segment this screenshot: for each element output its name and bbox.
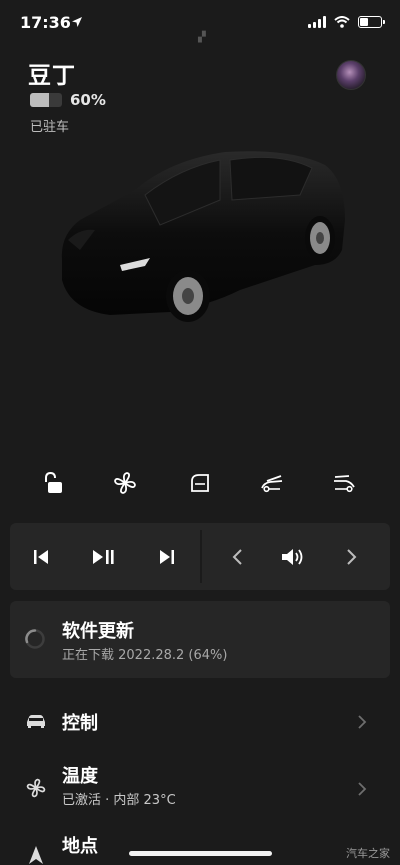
unlock-button[interactable] [36, 468, 70, 498]
frunk-open-icon [261, 475, 283, 493]
car-image [61, 151, 346, 322]
software-update-status: 正在下载 2022.28.2 (64%) [62, 648, 228, 663]
chevron-right-icon[interactable] [356, 781, 368, 797]
avatar[interactable] [336, 60, 366, 90]
camera-dot-icon: ▞ [198, 32, 206, 43]
previous-track-icon [34, 550, 48, 564]
chevron-right-icon[interactable] [356, 714, 368, 730]
controls-row-icon-wrap [24, 709, 48, 733]
car-battery-percent: 60% [70, 91, 106, 109]
fan-icon [26, 778, 46, 798]
software-update-title: 软件更新 [62, 621, 134, 642]
climate-row-status: 已激活 · 内部 23°C [62, 793, 176, 808]
fan-button[interactable] [108, 468, 142, 498]
phone-battery-icon [358, 16, 385, 28]
watermark: 汽车之家 [346, 847, 390, 860]
chevron-right-icon [347, 549, 357, 565]
car-name: 豆丁 [28, 63, 76, 89]
location-row-title[interactable]: 地点 [62, 832, 98, 858]
speaker-icon [282, 549, 303, 565]
controls-row-title[interactable]: 控制 [62, 709, 98, 735]
location-row-icon-wrap [24, 843, 48, 865]
play-pause-icon [93, 550, 114, 564]
status-indicators [308, 16, 385, 28]
fan-icon [114, 472, 136, 494]
play-pause-button[interactable] [91, 545, 117, 569]
location-arrow-icon [72, 17, 82, 27]
next-track-icon [160, 550, 174, 564]
car-battery: 60% [30, 91, 106, 109]
trunk-open-icon [334, 475, 355, 493]
volume-down-button[interactable] [225, 545, 251, 569]
previous-track-button[interactable] [28, 545, 54, 569]
climate-row-title[interactable]: 温度 [62, 762, 98, 788]
window-button[interactable] [183, 468, 217, 498]
media-divider [200, 530, 202, 583]
unlock-icon [45, 471, 62, 493]
home-indicator[interactable] [129, 851, 272, 856]
navigation-icon [29, 846, 43, 864]
wifi-icon [334, 16, 350, 28]
window-icon [191, 474, 209, 492]
chevron-left-icon [232, 549, 242, 565]
loading-spinner-icon [25, 629, 45, 649]
volume-button[interactable] [280, 545, 306, 569]
volume-up-button[interactable] [338, 545, 364, 569]
status-time: 17:36 [20, 13, 71, 32]
car-icon [27, 715, 45, 728]
frunk-button[interactable] [255, 468, 289, 498]
next-track-button[interactable] [154, 545, 180, 569]
climate-row-icon-wrap [24, 776, 48, 800]
cellular-signal-icon [308, 16, 326, 28]
car-battery-icon [30, 93, 62, 107]
trunk-button[interactable] [327, 468, 361, 498]
car-state: 已驻车 [30, 120, 70, 135]
